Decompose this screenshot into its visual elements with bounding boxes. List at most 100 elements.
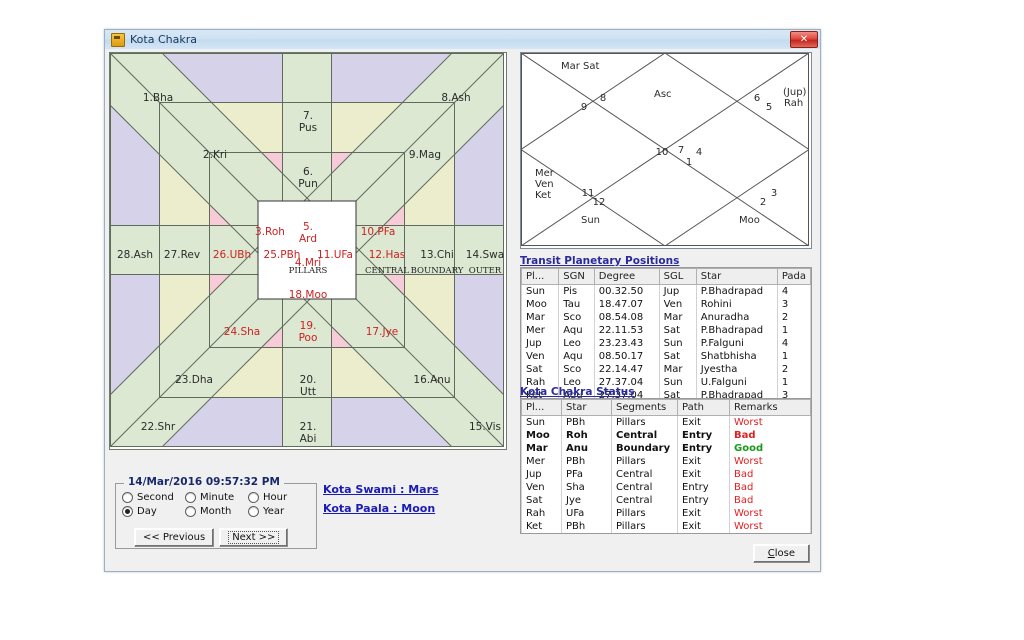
radio-day-dot[interactable]	[122, 506, 133, 517]
table-row[interactable]: Mar Sco 08.54.08 Mar Anuradha 2	[520, 311, 812, 324]
chakra-cell-label[interactable]: Pus	[299, 122, 317, 134]
table-row[interactable]: Jup Leo 23.23.43 Sun P.Falguni 4	[520, 337, 812, 350]
table-row[interactable]: Sat Jye Central Entry Bad	[521, 494, 811, 507]
table-row[interactable]: Sat Sco 22.14.47 Mar Jyestha 2	[520, 363, 812, 376]
chakra-cell-label[interactable]: 16.Anu	[413, 374, 450, 386]
radio-year[interactable]: Year	[248, 506, 311, 517]
radio-hour[interactable]: Hour	[248, 492, 311, 503]
radio-second[interactable]: Second	[122, 492, 185, 503]
table-row[interactable]: Mer PBh Pillars Exit Worst	[521, 455, 811, 468]
next-button[interactable]: Next >>	[219, 528, 289, 547]
table-row[interactable]: Mar Anu Boundary Entry Good	[521, 442, 811, 455]
chakra-cell-label[interactable]: 23.Dha	[175, 374, 213, 386]
column-header[interactable]: Remarks	[729, 399, 811, 416]
table-row[interactable]: Mer Aqu 22.11.53 Sat P.Bhadrapad 1	[520, 324, 812, 337]
chakra-cell-label[interactable]: 14.Swa	[466, 249, 504, 261]
radio-month-dot[interactable]	[185, 506, 196, 517]
rasi-planet-label: Asc	[654, 89, 672, 100]
chakra-cell-label[interactable]: 2.Kri	[203, 149, 227, 161]
column-header[interactable]: Star	[695, 268, 778, 285]
radio-day[interactable]: Day	[122, 506, 185, 517]
chakra-cell-label[interactable]: Ard	[299, 233, 317, 245]
chakra-cell-label[interactable]: 28.Ash	[117, 249, 153, 261]
chakra-cell-label[interactable]: Pun	[298, 178, 317, 190]
table-cell: Exit	[677, 468, 730, 481]
radio-minute[interactable]: Minute	[185, 492, 248, 503]
chakra-cell-label[interactable]: 25.PBh	[264, 249, 301, 261]
column-header[interactable]: Pl...	[521, 399, 562, 416]
table-cell: Central	[611, 481, 678, 494]
rasi-planet-label: Mar Sat	[561, 61, 600, 72]
chakra-cell-label[interactable]: 10.PFa	[361, 226, 396, 238]
table-cell: Central	[611, 429, 678, 442]
chakra-cell-label[interactable]: 3.Roh	[255, 226, 285, 238]
radio-year-dot[interactable]	[248, 506, 259, 517]
chakra-cell-label[interactable]: 20.	[300, 374, 317, 386]
column-header[interactable]: Pl...	[520, 268, 560, 285]
radio-second-dot[interactable]	[122, 492, 133, 503]
column-header[interactable]: Degree	[593, 268, 660, 285]
table-cell: Boundary	[611, 442, 678, 455]
chakra-svg: 1.Bha2.Kri3.Roh4.Mri5.Ard6.Pun7.Pus8.Ash…	[110, 53, 504, 447]
chakra-cell-label[interactable]: 5.	[303, 221, 313, 233]
chakra-cell-label[interactable]: 12.Has	[369, 249, 406, 261]
table-cell: 08.50.17	[593, 350, 660, 363]
previous-button[interactable]: << Previous	[134, 528, 215, 547]
radio-hour-dot[interactable]	[248, 492, 259, 503]
table-row[interactable]: Ven Aqu 08.50.17 Sat Shatbhisha 1	[520, 350, 812, 363]
table-row[interactable]: Moo Tau 18.47.07 Ven Rohini 3	[520, 298, 812, 311]
status-remark: Bad	[729, 468, 811, 481]
close-button[interactable]: Close	[752, 544, 810, 563]
current-datetime-label: 14/Mar/2016 09:57:32 PM	[124, 476, 284, 488]
table-row[interactable]: Ven Sha Central Entry Bad	[521, 481, 811, 494]
table-cell: Jyestha	[695, 363, 778, 376]
chakra-cell-label[interactable]: 27.Rev	[164, 249, 200, 261]
table-row[interactable]: Sun Pis 00.32.50 Jup P.Bhadrapad 4	[520, 284, 812, 298]
column-header[interactable]: Star	[561, 399, 612, 416]
chakra-cell-label[interactable]: 1.Bha	[143, 92, 173, 104]
chakra-cell-label[interactable]: 6.	[303, 166, 313, 178]
chakra-cell-label[interactable]: 22.Shr	[141, 421, 176, 433]
window-close-icon[interactable]: ✕	[790, 31, 818, 48]
kota-paala-link[interactable]: Kota Paala : Moon	[323, 502, 439, 515]
table-row[interactable]: Ket PBh Pillars Exit Worst	[521, 520, 811, 533]
column-header[interactable]: SGN	[558, 268, 595, 285]
column-header[interactable]: Path	[677, 399, 730, 416]
chakra-cell-label[interactable]: 18.Moo	[289, 289, 328, 301]
chakra-cell-label[interactable]: 17.Jye	[366, 326, 398, 338]
table-cell: Pillars	[611, 455, 678, 468]
chakra-cell-label[interactable]: 26.UBh	[213, 249, 251, 261]
table-cell: Ket	[521, 520, 562, 533]
chakra-cell-label[interactable]: 8.Ash	[441, 92, 470, 104]
chakra-cell-label[interactable]: 11.UFa	[317, 249, 353, 261]
chakra-cell-label[interactable]: Utt	[300, 386, 316, 398]
table-row[interactable]: Sun PBh Pillars Exit Worst	[521, 415, 811, 429]
chakra-cell-label[interactable]: 24.Sha	[224, 326, 260, 338]
chakra-cell-label[interactable]: 13.Chi	[420, 249, 454, 261]
table-cell: Aqu	[558, 350, 595, 363]
footer-bar: Close	[752, 541, 810, 563]
chakra-cell-label[interactable]: Abi	[300, 433, 317, 445]
radio-minute-dot[interactable]	[185, 492, 196, 503]
table-row[interactable]: Moo Roh Central Entry Bad	[521, 429, 811, 442]
chakra-cell-label[interactable]: 9.Mag	[409, 149, 441, 161]
column-header[interactable]: Segments	[611, 399, 678, 416]
table-cell: Roh	[561, 429, 612, 442]
column-header[interactable]: SGL	[658, 268, 697, 285]
table-row[interactable]: Jup PFa Central Exit Bad	[521, 468, 811, 481]
chakra-cell-label[interactable]: 15.Vis	[469, 421, 501, 433]
kota-swami-link[interactable]: Kota Swami : Mars	[323, 483, 439, 496]
table-cell: Tau	[558, 298, 595, 311]
table-row[interactable]: Rah UFa Pillars Exit Worst	[521, 507, 811, 520]
chakra-cell-label[interactable]: 7.	[303, 110, 313, 122]
step-button-row: << Previous Next >>	[134, 528, 289, 547]
chakra-zone-label: BOUNDARY	[411, 266, 464, 276]
table-cell: Mer	[520, 324, 560, 337]
radio-month[interactable]: Month	[185, 506, 248, 517]
table-cell: Sun	[521, 415, 562, 429]
column-header[interactable]: Pada	[776, 268, 812, 285]
chakra-cell-label[interactable]: 21.	[300, 421, 317, 433]
chakra-cell-label[interactable]: Poo	[299, 332, 318, 344]
table-cell: Sat	[658, 350, 697, 363]
chakra-cell-label[interactable]: 19.	[300, 320, 317, 332]
